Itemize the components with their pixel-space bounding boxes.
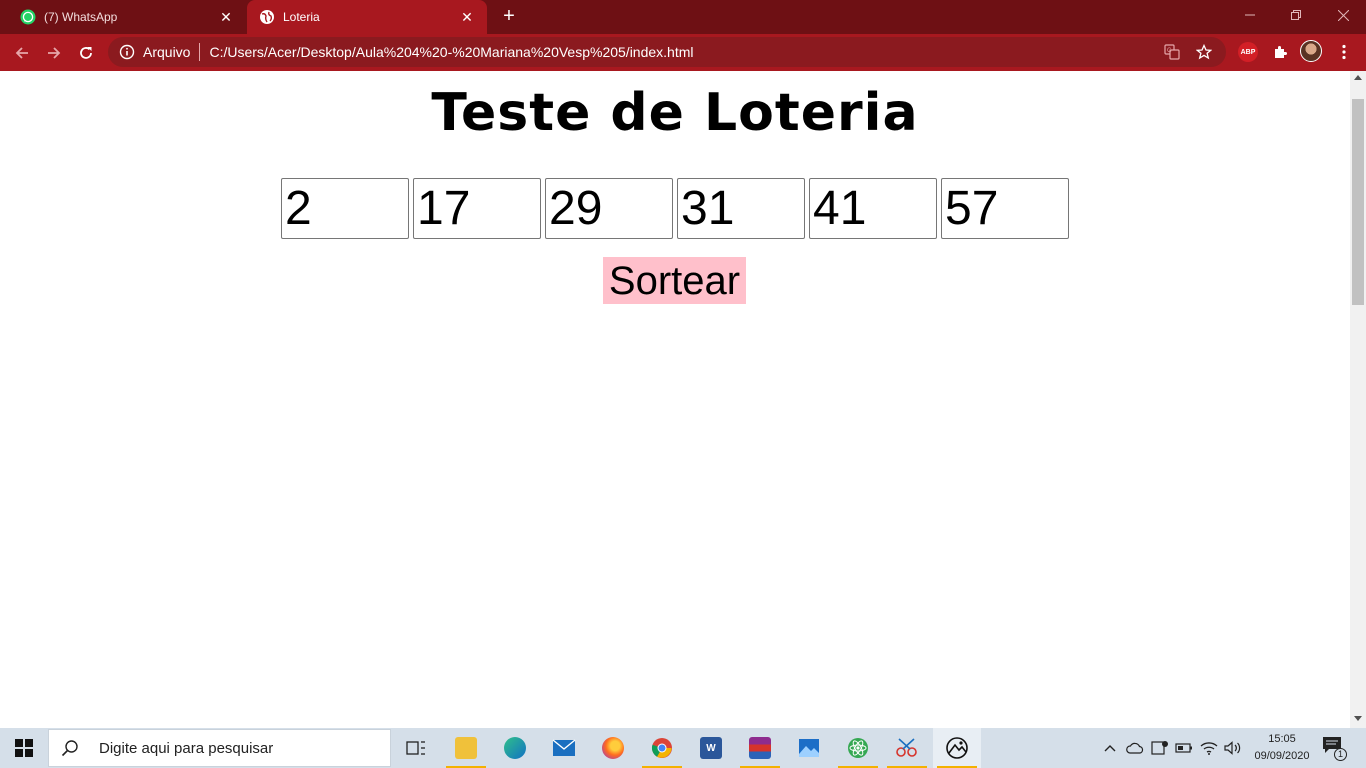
tab-title: (7) WhatsApp bbox=[44, 10, 118, 24]
battery-tray-button[interactable] bbox=[1173, 728, 1195, 768]
menu-button[interactable] bbox=[1334, 42, 1354, 62]
word-icon: W bbox=[700, 737, 722, 759]
url-text[interactable]: C:/Users/Acer/Desktop/Aula%204%20-%20Mar… bbox=[209, 44, 1162, 60]
start-button[interactable] bbox=[0, 728, 48, 768]
close-tab-icon[interactable]: ✕ bbox=[218, 9, 234, 25]
lottery-number-input-3[interactable] bbox=[545, 178, 673, 239]
taskbar-clock[interactable]: 15:05 09/09/2020 bbox=[1254, 731, 1310, 765]
avatar bbox=[1300, 40, 1322, 62]
notification-count-badge: 1 bbox=[1334, 748, 1347, 761]
lottery-number-input-4[interactable] bbox=[677, 178, 805, 239]
cloud-icon bbox=[1126, 742, 1144, 754]
photos-icon bbox=[799, 739, 819, 757]
back-button[interactable] bbox=[8, 39, 36, 67]
wifi-icon bbox=[1200, 742, 1218, 755]
word-button[interactable]: W bbox=[687, 728, 735, 768]
speaker-icon bbox=[1224, 741, 1241, 755]
lottery-number-input-2[interactable] bbox=[413, 178, 541, 239]
search-placeholder: Digite aqui para pesquisar bbox=[99, 739, 274, 757]
chrome-button[interactable] bbox=[638, 728, 686, 768]
reload-icon bbox=[80, 47, 92, 59]
edge-button[interactable] bbox=[491, 728, 539, 768]
tab-strip: (7) WhatsApp ✕ Loteria ✕ + bbox=[0, 0, 1366, 34]
forward-button[interactable] bbox=[40, 39, 68, 67]
extensions-button[interactable] bbox=[1270, 42, 1290, 62]
page-title: Teste de Loteria bbox=[431, 83, 919, 143]
security-chip[interactable]: Arquivo bbox=[143, 44, 190, 60]
restore-icon[interactable] bbox=[1273, 0, 1319, 30]
clock-time: 15:05 bbox=[1268, 733, 1296, 745]
lottery-number-input-5[interactable] bbox=[809, 178, 937, 239]
device-tray-button[interactable] bbox=[1149, 728, 1171, 768]
arrow-right-icon bbox=[48, 47, 61, 59]
photos-button[interactable] bbox=[785, 728, 833, 768]
scrollbar-thumb[interactable] bbox=[1352, 99, 1364, 305]
close-window-icon[interactable] bbox=[1320, 0, 1366, 30]
volume-tray-button[interactable] bbox=[1222, 728, 1244, 768]
abp-icon: ABP bbox=[1238, 42, 1258, 62]
chevron-up-icon bbox=[1104, 745, 1116, 752]
page-viewport: Teste de Loteria Sortear bbox=[0, 71, 1350, 728]
minimize-icon[interactable] bbox=[1227, 0, 1273, 30]
file-explorer-button[interactable] bbox=[442, 728, 490, 768]
svg-text:G: G bbox=[1167, 48, 1172, 54]
snipping-tool-button[interactable] bbox=[883, 728, 931, 768]
active-app-button[interactable] bbox=[933, 728, 981, 768]
action-center-button[interactable]: 1 bbox=[1322, 736, 1347, 761]
arrow-left-icon bbox=[15, 47, 28, 59]
search-icon bbox=[61, 740, 78, 757]
winrar-icon bbox=[749, 737, 771, 759]
atom-icon bbox=[848, 738, 868, 758]
page-scrollbar[interactable] bbox=[1350, 71, 1366, 728]
draw-button[interactable]: Sortear bbox=[603, 257, 746, 304]
mail-button[interactable] bbox=[540, 728, 588, 768]
taskbar-search-box[interactable]: Digite aqui para pesquisar bbox=[48, 729, 391, 767]
file-explorer-icon bbox=[455, 737, 477, 759]
lottery-number-input-1[interactable] bbox=[281, 178, 409, 239]
firefox-button[interactable] bbox=[589, 728, 637, 768]
wifi-tray-button[interactable] bbox=[1198, 728, 1220, 768]
tab-loteria[interactable]: Loteria ✕ bbox=[247, 0, 487, 34]
edge-icon bbox=[504, 737, 526, 759]
bookmark-star-icon[interactable] bbox=[1194, 42, 1214, 62]
reload-button[interactable] bbox=[72, 39, 100, 67]
app-icon bbox=[946, 737, 968, 759]
task-view-icon bbox=[406, 741, 425, 755]
device-icon bbox=[1151, 741, 1168, 755]
close-tab-icon[interactable]: ✕ bbox=[459, 9, 475, 25]
tab-title: Loteria bbox=[283, 10, 320, 24]
firefox-icon bbox=[602, 737, 624, 759]
scroll-down-icon[interactable] bbox=[1354, 716, 1362, 721]
whatsapp-icon bbox=[20, 9, 36, 25]
battery-icon bbox=[1175, 743, 1192, 753]
clock-date: 09/09/2020 bbox=[1254, 750, 1310, 762]
lottery-number-input-6[interactable] bbox=[941, 178, 1069, 239]
adblock-extension-button[interactable]: ABP bbox=[1238, 42, 1258, 62]
snipping-tool-icon bbox=[896, 738, 917, 757]
winrar-button[interactable] bbox=[736, 728, 784, 768]
atom-button[interactable] bbox=[834, 728, 882, 768]
show-hidden-icons-button[interactable] bbox=[1101, 728, 1119, 768]
lottery-number-fields bbox=[281, 178, 1069, 239]
browser-toolbar: Arquivo C:/Users/Acer/Desktop/Aula%204%2… bbox=[0, 34, 1366, 71]
translate-icon[interactable]: G bbox=[1162, 42, 1182, 62]
info-icon[interactable] bbox=[119, 44, 135, 60]
new-tab-button[interactable]: + bbox=[498, 6, 520, 27]
onedrive-tray-button[interactable] bbox=[1124, 728, 1146, 768]
windows-taskbar: Digite aqui para pesquisar W 15:05 09/09… bbox=[0, 728, 1366, 768]
globe-icon bbox=[259, 9, 275, 25]
omnibox-divider bbox=[199, 43, 201, 61]
mail-icon bbox=[552, 739, 576, 756]
puzzle-icon bbox=[1275, 46, 1287, 58]
chrome-icon bbox=[651, 738, 672, 758]
profile-button[interactable] bbox=[1300, 40, 1322, 62]
task-view-button[interactable] bbox=[392, 728, 440, 768]
address-bar[interactable]: Arquivo C:/Users/Acer/Desktop/Aula%204%2… bbox=[108, 37, 1226, 67]
scroll-up-icon[interactable] bbox=[1354, 75, 1362, 80]
tab-whatsapp[interactable]: (7) WhatsApp ✕ bbox=[8, 0, 246, 34]
windows-icon bbox=[15, 739, 33, 757]
more-vertical-icon bbox=[1342, 44, 1346, 60]
